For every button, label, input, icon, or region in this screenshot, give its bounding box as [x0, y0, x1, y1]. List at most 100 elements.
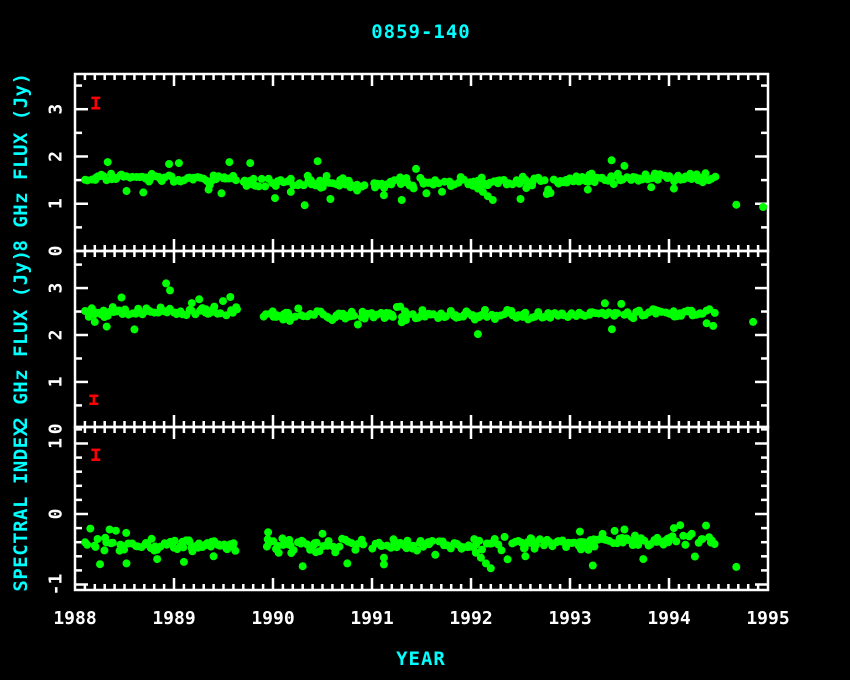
data-point	[83, 541, 91, 549]
data-point	[246, 159, 254, 167]
panel-frame	[75, 251, 768, 427]
data-point	[584, 186, 592, 194]
data-point	[608, 325, 616, 333]
data-point	[294, 305, 302, 313]
data-point	[431, 551, 439, 559]
data-point	[166, 286, 174, 294]
y-tick-label: 3	[46, 104, 67, 115]
data-point	[698, 535, 706, 543]
data-point	[613, 309, 621, 317]
data-point	[759, 203, 767, 211]
y-tick-label: 2	[46, 151, 67, 162]
data-point	[123, 559, 131, 567]
data-point	[139, 188, 147, 196]
data-point	[681, 541, 689, 549]
data-point	[639, 555, 647, 563]
data-point	[693, 170, 701, 178]
panel-frame	[75, 427, 768, 590]
data-point	[188, 299, 196, 307]
x-tick-label: 1992	[449, 608, 492, 629]
data-point	[438, 188, 446, 196]
x-tick-labels: 19881989199019911992199319941995	[53, 608, 789, 629]
data-point	[165, 160, 173, 168]
data-point	[86, 525, 94, 533]
data-point	[153, 555, 161, 563]
typical-error-bar	[91, 98, 100, 108]
data-point	[261, 182, 269, 190]
data-point	[647, 183, 655, 191]
data-point	[732, 563, 740, 571]
data-point	[319, 530, 327, 538]
y-tick-label: 0	[46, 246, 67, 257]
data-point	[517, 195, 525, 203]
data-point	[670, 524, 678, 532]
data-point	[314, 157, 322, 165]
data-point	[611, 527, 619, 535]
data-point	[487, 564, 495, 572]
data-point	[617, 300, 625, 308]
x-tick-label: 1990	[251, 608, 294, 629]
x-tick-label: 1988	[53, 608, 96, 629]
data-point	[175, 159, 183, 167]
data-point	[218, 189, 226, 197]
data-point	[109, 539, 117, 547]
data-point	[219, 297, 227, 305]
data-point	[360, 181, 368, 189]
data-point	[210, 303, 218, 311]
x-tick-label: 1995	[746, 608, 789, 629]
data-point	[711, 309, 719, 317]
data-point	[702, 522, 710, 530]
data-point	[195, 295, 203, 303]
data-point	[380, 554, 388, 562]
y-tick-label: 0	[46, 423, 67, 434]
data-point	[210, 552, 218, 560]
data-point	[232, 176, 240, 184]
data-points-flux-2ghz	[81, 279, 757, 338]
data-point	[610, 180, 618, 188]
data-point	[225, 158, 233, 166]
data-point	[711, 540, 719, 548]
data-point	[250, 175, 258, 183]
panel-flux-2ghz: 3210	[46, 251, 769, 434]
data-point	[275, 549, 283, 557]
x-tick-label: 1993	[548, 608, 591, 629]
data-point	[428, 537, 436, 545]
y-tick-label: 2	[46, 330, 67, 341]
data-point	[544, 186, 552, 194]
data-point	[359, 540, 367, 548]
data-point	[231, 547, 239, 555]
data-point	[412, 165, 420, 173]
plot-canvas: 3210321010-11988198919901991199219931994…	[0, 0, 850, 680]
data-point	[576, 528, 584, 536]
data-point	[180, 558, 188, 566]
data-point	[422, 189, 430, 197]
data-point	[521, 552, 529, 560]
data-point	[354, 321, 362, 329]
data-point	[123, 187, 131, 195]
data-point	[130, 325, 138, 333]
data-point	[398, 318, 406, 326]
data-point	[353, 187, 361, 195]
light-curve-figure: 0859-140 8 GHz FLUX (Jy) 2 GHz FLUX (Jy)…	[0, 0, 850, 680]
data-point	[711, 173, 719, 181]
data-point	[104, 158, 112, 166]
data-point	[601, 299, 609, 307]
data-point	[608, 156, 616, 164]
x-axis-label: YEAR	[0, 648, 842, 670]
data-point	[589, 562, 597, 570]
data-point	[230, 539, 238, 547]
data-point	[148, 535, 156, 543]
data-point	[100, 546, 108, 554]
data-point	[301, 201, 309, 209]
data-point	[481, 306, 489, 314]
y-tick-label: 1	[46, 377, 67, 388]
data-point	[226, 293, 234, 301]
data-point	[688, 530, 696, 538]
data-point	[702, 169, 710, 177]
data-point	[691, 553, 699, 561]
data-point	[162, 279, 170, 287]
data-point	[179, 543, 187, 551]
data-point	[475, 537, 483, 545]
data-point	[326, 195, 334, 203]
axis-ticks	[75, 427, 768, 590]
